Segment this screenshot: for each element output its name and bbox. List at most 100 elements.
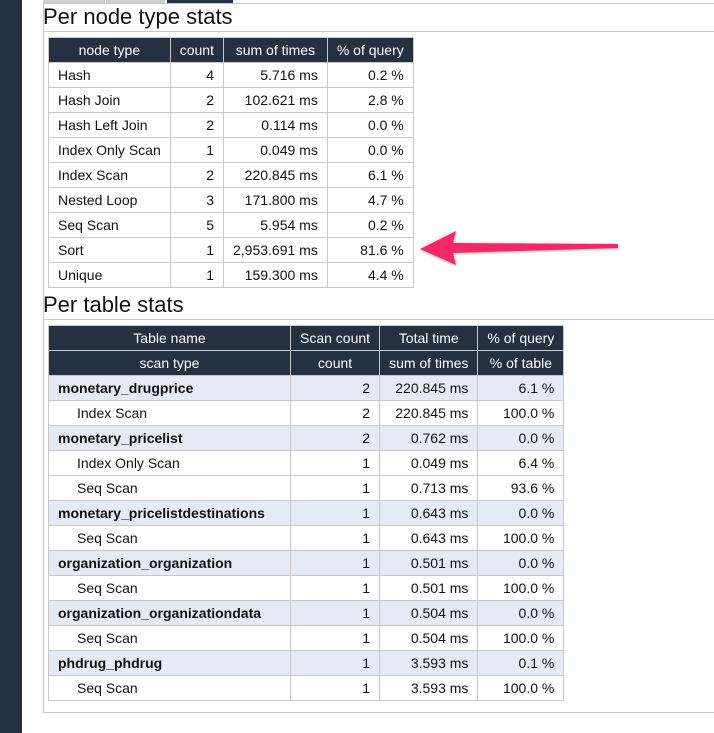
table-group-row: organization_organizationdata 1 0.504 ms 0.… [48, 600, 565, 626]
col-count-cell: 5 [169, 212, 224, 238]
col-name-cell: Seq Scan [48, 212, 171, 238]
col-pct-cell: 100.0 % [477, 525, 565, 551]
col-count-cell: 1 [289, 675, 381, 701]
col-pct-cell: 0.0 % [477, 550, 565, 576]
column-header-pct: % of query [477, 325, 565, 351]
col-count-cell: 2 [289, 425, 381, 451]
col-count-cell: 2 [289, 400, 381, 426]
col-time-cell: 0.713 ms [379, 475, 479, 501]
col-count-cell: 2 [169, 112, 224, 138]
col-name-cell: monetary_drugprice [48, 375, 291, 401]
col-time-cell: 5.716 ms [222, 62, 328, 88]
sub-header-name: scan type [48, 350, 291, 376]
col-time-cell: 0.643 ms [379, 525, 479, 551]
col-name-cell: Index Only Scan [48, 450, 291, 476]
col-name-cell: Unique [48, 262, 171, 288]
section-title-node-stats: Per node type stats [43, 4, 233, 29]
column-header-name: Table name [48, 325, 291, 351]
col-count-cell: 1 [289, 500, 381, 526]
col-pct-cell: 0.0 % [477, 500, 565, 526]
col-name-cell: Hash Join [48, 87, 171, 113]
col-count-cell: 1 [289, 575, 381, 601]
col-pct-cell: 81.6 % [326, 237, 414, 263]
table-group-row: monetary_pricelist 2 0.762 ms 0.0 % [48, 425, 565, 451]
col-count-cell: 1 [289, 550, 381, 576]
column-header-time: sum of times [222, 37, 328, 63]
scan-row: Index Only Scan 1 0.049 ms 6.4 % [48, 450, 565, 476]
col-pct-cell: 0.1 % [477, 650, 565, 676]
col-time-cell: 102.621 ms [222, 87, 328, 113]
col-name-cell: Index Only Scan [48, 137, 171, 163]
col-count-cell: 1 [169, 137, 224, 163]
sub-header-count: count [289, 350, 381, 376]
col-count-cell: 1 [169, 262, 224, 288]
scan-row: Seq Scan 1 0.713 ms 93.6 % [48, 475, 565, 501]
col-time-cell: 220.845 ms [222, 162, 328, 188]
col-name-cell: monetary_pricelistdestinations [48, 500, 291, 526]
col-time-cell: 0.504 ms [379, 625, 479, 651]
col-pct-cell: 6.1 % [477, 375, 565, 401]
col-pct-cell: 0.2 % [326, 62, 414, 88]
column-header-time: Total time [379, 325, 479, 351]
col-time-cell: 0.504 ms [379, 600, 479, 626]
table-row: Hash Join 2 102.621 ms 2.8 % [48, 87, 414, 113]
scan-row: Seq Scan 1 0.504 ms 100.0 % [48, 625, 565, 651]
col-count-cell: 1 [289, 600, 381, 626]
col-pct-cell: 2.8 % [326, 87, 414, 113]
node-type-stats-table: node type count sum of times% of query Has… [48, 37, 414, 288]
col-name-cell: Seq Scan [48, 675, 291, 701]
col-time-cell: 0.501 ms [379, 550, 479, 576]
col-pct-cell: 0.2 % [326, 212, 414, 238]
col-time-cell: 2,953.691 ms [222, 237, 328, 263]
col-count-cell: 2 [169, 87, 224, 113]
col-time-cell: 0.049 ms [379, 450, 479, 476]
col-name-cell: Nested Loop [48, 187, 171, 213]
col-pct-cell: 100.0 % [477, 575, 565, 601]
table-row: Index Scan 2 220.845 ms 6.1 % [48, 162, 414, 188]
col-pct-cell: 0.0 % [326, 112, 414, 138]
table-row: Nested Loop 3 171.800 ms 4.7 % [48, 187, 414, 213]
col-time-cell: 171.800 ms [222, 187, 328, 213]
col-name-cell: Index Scan [48, 400, 291, 426]
col-time-cell: 0.049 ms [222, 137, 328, 163]
col-count-cell: 1 [289, 625, 381, 651]
section-title-table-stats: Per table stats [43, 292, 184, 317]
table-group-row: phdrug_phdrug 1 3.593 ms 0.1 % [48, 650, 565, 676]
col-time-cell: 3.593 ms [379, 675, 479, 701]
scan-row: Seq Scan 1 0.643 ms 100.0 % [48, 525, 565, 551]
col-name-cell: Seq Scan [48, 475, 291, 501]
col-count-cell: 1 [169, 237, 224, 263]
divider [43, 31, 714, 32]
sub-header-pct: % of table [477, 350, 565, 376]
col-count-cell: 2 [169, 162, 224, 188]
col-count-cell: 1 [289, 525, 381, 551]
table-row: Index Only Scan 1 0.049 ms 0.0 % [48, 137, 414, 163]
col-time-cell: 220.845 ms [379, 400, 479, 426]
col-time-cell: 3.593 ms [379, 650, 479, 676]
col-time-cell: 0.114 ms [222, 112, 328, 138]
per-table-stats-table: Table name Scan count Total time% of query… [48, 325, 565, 701]
col-name-cell: organization_organizationdata [48, 600, 291, 626]
scan-row: Seq Scan 1 3.593 ms 100.0 % [48, 675, 565, 701]
scan-row: Index Scan 2 220.845 ms 100.0 % [48, 400, 565, 426]
col-time-cell: 0.762 ms [379, 425, 479, 451]
col-name-cell: Seq Scan [48, 575, 291, 601]
col-name-cell: Seq Scan [48, 525, 291, 551]
column-header-count: Scan count [289, 325, 381, 351]
sub-header-time: sum of times [379, 350, 479, 376]
column-header-pct: % of query [326, 37, 414, 63]
col-time-cell: 0.501 ms [379, 575, 479, 601]
col-count-cell: 1 [289, 450, 381, 476]
col-name-cell: phdrug_phdrug [48, 650, 291, 676]
col-pct-cell: 100.0 % [477, 675, 565, 701]
table-group-row: monetary_pricelistdestinations 1 0.643 ms 0… [48, 500, 565, 526]
col-name-cell: Hash Left Join [48, 112, 171, 138]
col-pct-cell: 6.1 % [326, 162, 414, 188]
col-name-cell: Index Scan [48, 162, 171, 188]
col-pct-cell: 4.4 % [326, 262, 414, 288]
column-header-name: node type [48, 37, 171, 63]
col-time-cell: 5.954 ms [222, 212, 328, 238]
col-name-cell: Seq Scan [48, 625, 291, 651]
col-name-cell: organization_organization [48, 550, 291, 576]
col-pct-cell: 93.6 % [477, 475, 565, 501]
